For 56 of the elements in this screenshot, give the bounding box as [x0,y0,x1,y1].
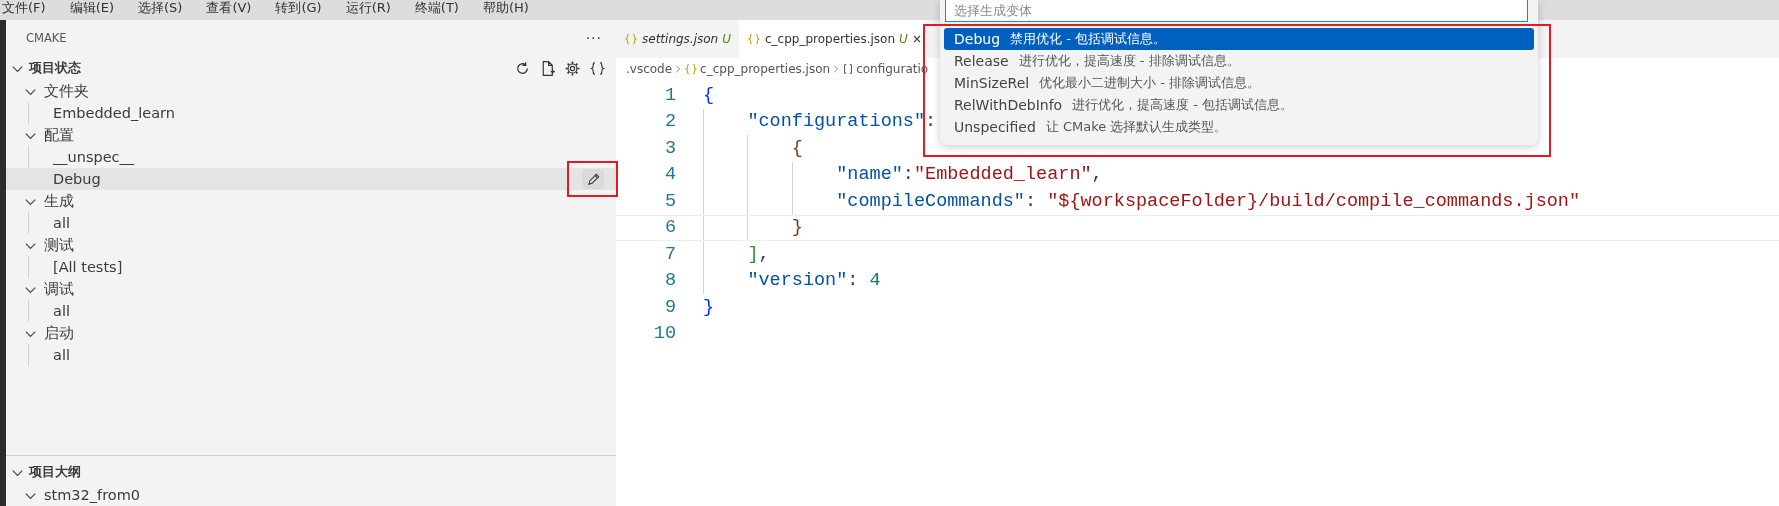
quick-pick-item[interactable]: MinSizeRel 优化最小二进制大小 - 排除调试信息。 [944,72,1534,94]
tree-item[interactable]: all [53,303,70,319]
menu-item[interactable]: 运行(R) [345,0,391,16]
menu-item[interactable]: 终端(T) [414,0,459,16]
tree-item[interactable]: [All tests] [53,259,123,275]
more-actions-button[interactable]: ··· [585,30,602,46]
line-number: 7 [663,243,677,265]
menu-item[interactable]: 转到(G) [275,0,322,16]
quick-pick-item[interactable]: Unspecified 让 CMake 选择默认生成类型。 [944,116,1534,138]
code-line: } [790,217,803,239]
tree-item[interactable]: __unspec__ [53,149,135,165]
menu-item[interactable]: 编辑(E) [69,0,114,16]
line-number: 10 [652,323,677,345]
line-number: 6 [663,217,677,239]
menu-item[interactable]: 帮助(H) [482,0,529,16]
tree-item[interactable]: 配置 [44,125,74,145]
breadcrumb-item[interactable]: .vscode [626,62,673,76]
editor-tab[interactable]: c_cpp_properties.json U [739,20,926,58]
tree-item[interactable]: 生成 [44,191,74,211]
editor-tab[interactable]: settings.json U [616,20,739,58]
line-number: 4 [663,164,677,186]
tree-item[interactable]: Embedded_learn [53,105,175,121]
breadcrumb-item[interactable]: c_cpp_properties.json [700,62,831,76]
menu-item[interactable]: 文件(F) [2,0,46,16]
line-number: 3 [663,137,677,159]
tree-item[interactable]: 文件夹 [44,81,89,101]
quick-pick-item[interactable]: Release 进行优化，提高速度 - 排除调试信息。 [944,50,1534,72]
selected-tree-row[interactable]: Debug [6,168,616,190]
code-line: ], [746,243,770,265]
tree-item[interactable]: 调试 [44,279,74,299]
line-number: 1 [663,84,677,106]
tree-item[interactable]: Debug [53,171,101,187]
tree-item[interactable]: all [53,347,70,363]
code-line: "name":"Embedded_learn", [835,164,1103,186]
section-title[interactable]: 项目状态 [29,59,81,77]
tree-item[interactable]: stm32_from0 [44,487,141,503]
code-line: "version": 4 [746,270,881,292]
search-field[interactable]: 选择生成变体 [945,0,1528,22]
code-line: "compileCommands": "${workspaceFolder}/build/compile_commands.json" [835,190,1581,212]
code-line: { [790,137,803,159]
code-line: } [703,296,715,318]
quick-pick-item[interactable]: RelWithDebInfo 进行优化，提高速度 - 包括调试信息。 [944,94,1534,116]
code-line: "configurations": [746,111,937,133]
line-number: 2 [663,111,677,133]
panel-title: CMAKE [26,31,67,45]
quick-pick-item[interactable]: Debug 禁用优化 - 包括调试信息。 [944,28,1534,50]
menu-item[interactable]: 查看(V) [206,0,252,16]
menu-item[interactable]: 选择(S) [138,0,183,16]
tree-item[interactable]: 启动 [44,323,74,343]
tree-item[interactable]: 测试 [44,235,74,255]
line-number: 5 [663,190,677,212]
tree-item[interactable]: all [53,215,70,231]
line-number: 8 [663,270,677,292]
line-number: 9 [663,296,677,318]
code-line: { [703,84,715,106]
section-title[interactable]: 项目大纲 [29,463,81,481]
